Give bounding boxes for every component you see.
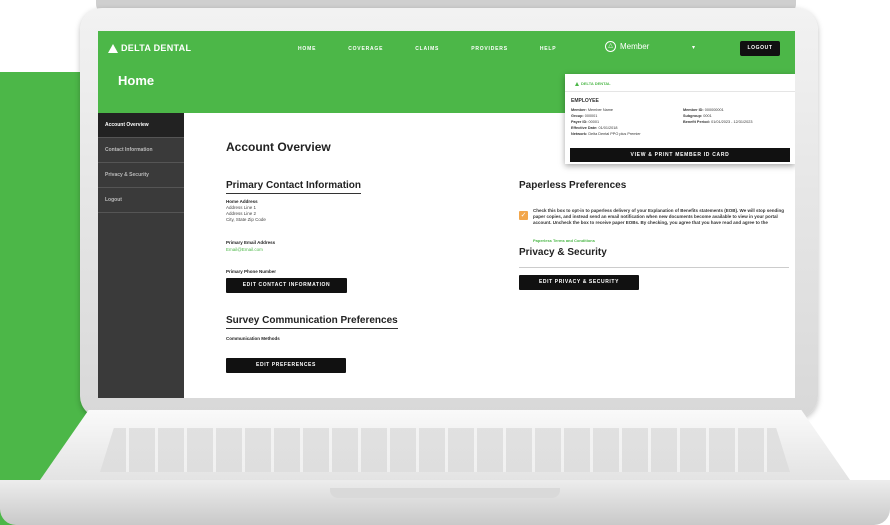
survey-heading: Survey Communication Preferences [226, 315, 398, 329]
card-divider [565, 91, 795, 92]
edit-contact-button[interactable]: EDIT CONTACT INFORMATION [226, 278, 347, 293]
contact-heading: Primary Contact Information [226, 180, 362, 194]
card-brand: DELTA DENTAL [581, 81, 611, 86]
laptop-base [0, 410, 890, 525]
brand-name: DELTA DENTAL [121, 43, 192, 53]
member-menu[interactable]: △ Member [605, 41, 649, 52]
card-network: Network: Delta Dental PPO plus Premier [571, 132, 641, 136]
address-line3: City, State Zip Code [226, 217, 266, 222]
card-effective-date: Effective Date: 01/01/2018 [571, 126, 618, 130]
nav-claims[interactable]: CLAIMS [415, 46, 439, 52]
laptop-front-edge [0, 480, 890, 525]
member-id-card: DELTA DENTAL EMPLOYEE Member: Member Nam… [565, 74, 795, 164]
delta-dental-logo[interactable]: DELTA DENTAL [108, 43, 191, 53]
sidebar-item-logout[interactable]: Logout [98, 188, 184, 213]
checkmark-icon: ✓ [520, 212, 527, 219]
member-label: Member [620, 42, 650, 51]
delta-user-icon: △ [605, 41, 616, 52]
nav-providers[interactable]: PROVIDERS [471, 46, 508, 52]
email-value: Email@Email.com [226, 247, 263, 252]
edit-preferences-button[interactable]: EDIT PREFERENCES [226, 358, 346, 373]
nav-help[interactable]: HELP [540, 46, 557, 52]
sidebar-item-account-overview[interactable]: Account Overview [98, 113, 184, 138]
address-line1: Address Line 1 [226, 205, 257, 210]
sidebar-item-contact-information[interactable]: Contact Information [98, 138, 184, 163]
sidebar-item-privacy-security[interactable]: Privacy & Security [98, 163, 184, 188]
laptop-screen: DELTA DENTAL HOME COVERAGE CLAIMS PROVID… [98, 31, 795, 398]
paperless-terms-link[interactable]: Paperless Terms and Conditions [533, 238, 595, 243]
page-title: Home [118, 73, 155, 88]
address-label: Home Address [226, 199, 258, 204]
card-logo: DELTA DENTAL [575, 81, 611, 86]
divider [519, 267, 789, 268]
sidebar: Account Overview Contact Information Pri… [98, 113, 184, 398]
address-line2: Address Line 2 [226, 211, 257, 216]
section-title: Account Overview [226, 140, 331, 154]
paperless-description: Check this box to opt-in to paperless de… [533, 208, 784, 225]
delta-triangle-icon [108, 43, 118, 53]
card-subgroup: Subgroup: 0001 [683, 114, 712, 118]
email-label: Primary Email Address [226, 240, 276, 245]
laptop-scene: DELTA DENTAL HOME COVERAGE CLAIMS PROVID… [0, 0, 890, 525]
main-nav: HOME COVERAGE CLAIMS PROVIDERS HELP [298, 46, 588, 52]
view-print-id-card-button[interactable]: VIEW & PRINT MEMBER ID CARD [570, 148, 790, 162]
edit-privacy-button[interactable]: EDIT PRIVACY & SECURITY [519, 275, 639, 290]
nav-coverage[interactable]: COVERAGE [348, 46, 383, 52]
communication-methods-label: Communication Methods [226, 336, 280, 341]
paperless-checkbox[interactable]: ✓ [519, 211, 528, 220]
phone-label: Primary Phone Number [226, 269, 277, 274]
chevron-down-icon[interactable]: ▾ [692, 44, 695, 51]
card-member-id: Member ID: 000000001 [683, 108, 724, 112]
card-payer-id: Payer ID: 00001 [571, 120, 600, 124]
card-type: EMPLOYEE [571, 98, 599, 104]
logout-button[interactable]: LOGOUT [740, 41, 780, 56]
laptop-notch [330, 488, 560, 498]
keyboard [100, 428, 790, 472]
card-group: Group: 000001 [571, 114, 598, 118]
delta-triangle-icon [575, 81, 579, 86]
privacy-heading: Privacy & Security [519, 247, 607, 258]
nav-home[interactable]: HOME [298, 46, 316, 52]
card-benefit-period: Benefit Period: 01/01/2023 - 12/31/2023 [683, 120, 753, 124]
card-member: Member: Member Name [571, 108, 613, 112]
paperless-heading: Paperless Preferences [519, 180, 627, 191]
